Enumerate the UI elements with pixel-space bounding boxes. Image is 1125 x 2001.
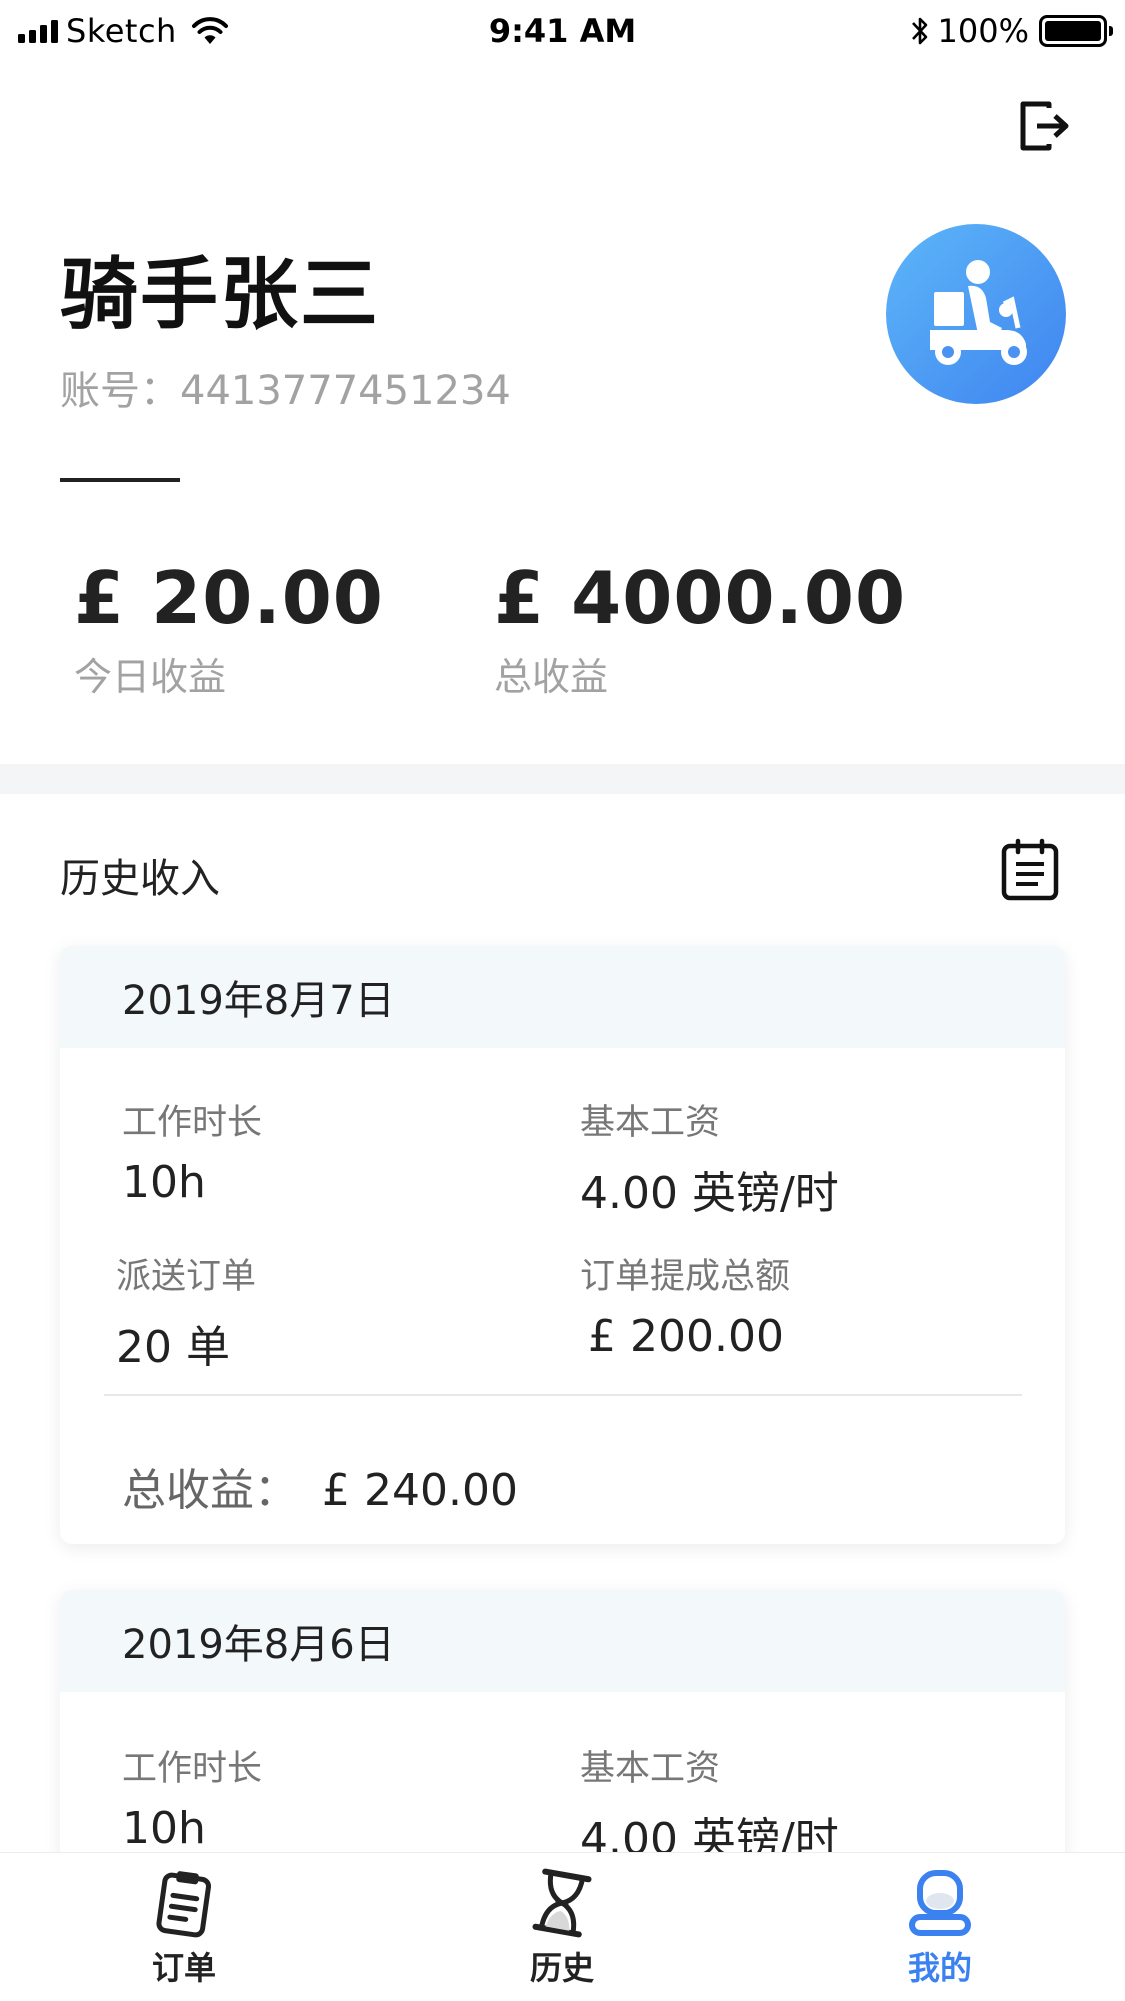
card-total: 总收益： £ 240.00 — [122, 1454, 518, 1518]
battery-percent: 100% — [937, 12, 1029, 50]
today-earnings: £ 20.00 今日收益 — [74, 556, 384, 701]
bluetooth-icon — [911, 17, 927, 45]
base-wage-label: 基本工资 — [580, 1749, 721, 1789]
delivered-orders-field: 派送订单 20 单 — [116, 1248, 256, 1375]
work-hours-value: 10h — [122, 1157, 206, 1208]
commission-label: 订单提成总额 — [580, 1257, 791, 1297]
income-card[interactable]: 2019年8月7日 工作时长 10h 基本工资 4.00 英镑/时 派送订单 2… — [60, 946, 1065, 1544]
profile-icon — [909, 1870, 971, 1936]
card-date: 2019年8月6日 — [60, 1590, 1065, 1692]
history-title: 历史收入 — [60, 856, 220, 902]
card-total-value: £ 240.00 — [322, 1465, 518, 1516]
rider-name: 骑手张三 — [60, 250, 381, 340]
card-total-label: 总收益： — [122, 1465, 298, 1516]
commission-value: £ 200.00 — [588, 1311, 784, 1362]
today-earnings-amount: £ 20.00 — [74, 556, 384, 640]
total-earnings-amount: £ 4000.00 — [494, 556, 907, 640]
clipboard-icon — [156, 1871, 211, 1938]
base-wage-value: 4.00 英镑/时 — [580, 1168, 839, 1219]
section-spacer — [0, 764, 1125, 794]
account-number: 账号：4413777451234 — [60, 368, 511, 414]
tab-history-label: 历史 — [529, 1949, 594, 1987]
base-wage-field: 基本工资 4.00 英镑/时 — [580, 1740, 839, 1867]
tab-orders-label: 订单 — [151, 1949, 216, 1987]
tab-bar: 订单 历史 我的 — [0, 1852, 1125, 2001]
logout-icon[interactable] — [1015, 96, 1075, 156]
work-hours-field: 工作时长 10h — [122, 1094, 262, 1208]
delivered-orders-label: 派送订单 — [116, 1257, 257, 1297]
document-list-icon[interactable] — [1000, 838, 1060, 902]
tab-mine-label: 我的 — [907, 1949, 972, 1987]
status-bar: Sketch 9:41 AM 100% — [0, 0, 1125, 62]
work-hours-label: 工作时长 — [122, 1749, 263, 1789]
tab-mine[interactable]: 我的 — [840, 1867, 1040, 1989]
delivery-scooter-icon — [930, 260, 1027, 365]
card-date: 2019年8月7日 — [60, 946, 1065, 1048]
battery-icon — [1039, 15, 1113, 47]
tab-history[interactable]: 历史 — [462, 1867, 662, 1989]
commission-field: 订单提成总额 £ 200.00 — [580, 1248, 790, 1362]
base-wage-field: 基本工资 4.00 英镑/时 — [580, 1094, 839, 1221]
base-wage-label: 基本工资 — [580, 1103, 721, 1143]
delivered-orders-value: 20 单 — [116, 1322, 230, 1373]
tab-orders[interactable]: 订单 — [84, 1867, 284, 1989]
avatar — [886, 224, 1066, 404]
status-right: 100% — [910, 12, 1113, 50]
hourglass-icon — [532, 1868, 592, 1938]
card-divider — [104, 1394, 1022, 1396]
total-earnings: £ 4000.00 总收益 — [494, 556, 906, 701]
work-hours-field: 工作时长 10h — [122, 1740, 262, 1854]
total-earnings-label: 总收益 — [494, 655, 609, 699]
divider — [60, 478, 180, 482]
today-earnings-label: 今日收益 — [74, 655, 227, 699]
work-hours-label: 工作时长 — [122, 1103, 263, 1143]
work-hours-value: 10h — [122, 1803, 206, 1854]
